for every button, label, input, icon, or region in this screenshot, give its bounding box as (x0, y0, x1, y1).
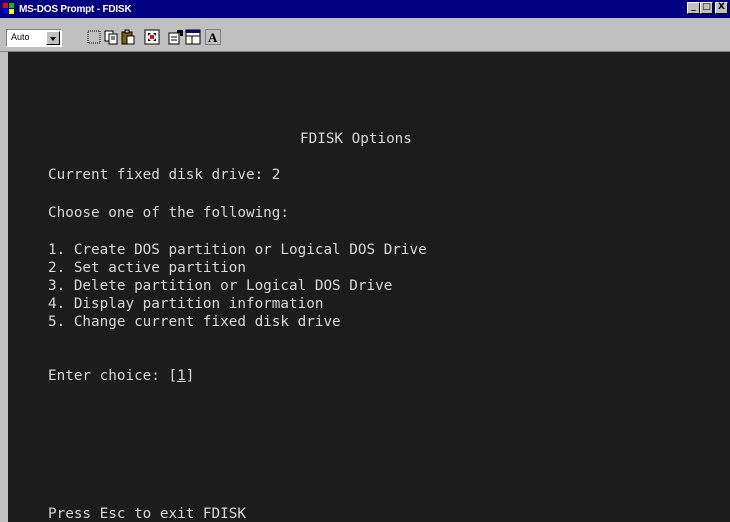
svg-text:A: A (208, 30, 218, 45)
title-bar[interactable]: MS-DOS Prompt - FDISK _ □ X (0, 0, 730, 18)
chevron-down-icon[interactable] (46, 31, 60, 45)
close-button[interactable]: X (715, 2, 728, 14)
choice-label: Enter choice: [ (48, 368, 178, 384)
option-5: 5. Change current fixed disk drive (48, 314, 341, 330)
option-3: 3. Delete partition or Logical DOS Drive (48, 278, 393, 294)
properties-icon[interactable] (168, 29, 184, 45)
paste-icon[interactable] (120, 29, 136, 45)
msdos-icon[interactable] (2, 2, 16, 16)
option-2: 2. Set active partition (48, 260, 246, 276)
mark-icon[interactable] (86, 29, 102, 45)
window-title: MS-DOS Prompt - FDISK (19, 3, 132, 15)
msdos-window: MS-DOS Prompt - FDISK _ □ X Auto A FDISK… (0, 0, 730, 522)
fdisk-heading: FDISK Options (300, 131, 412, 147)
option-1: 1. Create DOS partition or Logical DOS D… (48, 242, 427, 258)
console-screen[interactable]: FDISK Options Current fixed disk drive: … (8, 52, 730, 522)
maximize-button[interactable]: □ (700, 2, 713, 14)
current-drive-text: Current fixed disk drive: 2 (48, 167, 281, 183)
fullscreen-icon[interactable] (144, 29, 160, 45)
copy-icon[interactable] (103, 29, 119, 45)
minimize-button[interactable]: _ (687, 2, 700, 14)
choice-prompt[interactable]: Enter choice: [1] (48, 368, 194, 384)
toolbar: Auto A (0, 18, 730, 52)
footer-text: Press Esc to exit FDISK (48, 506, 246, 522)
choice-end: ] (185, 368, 195, 384)
background-icon[interactable] (185, 29, 201, 45)
choice-input[interactable]: 1 (177, 368, 186, 384)
choose-prompt-text: Choose one of the following: (48, 205, 290, 221)
font-size-value: Auto (11, 32, 30, 42)
option-4: 4. Display partition information (48, 296, 324, 312)
font-icon[interactable]: A (205, 29, 221, 45)
font-size-select[interactable]: Auto (6, 29, 62, 47)
